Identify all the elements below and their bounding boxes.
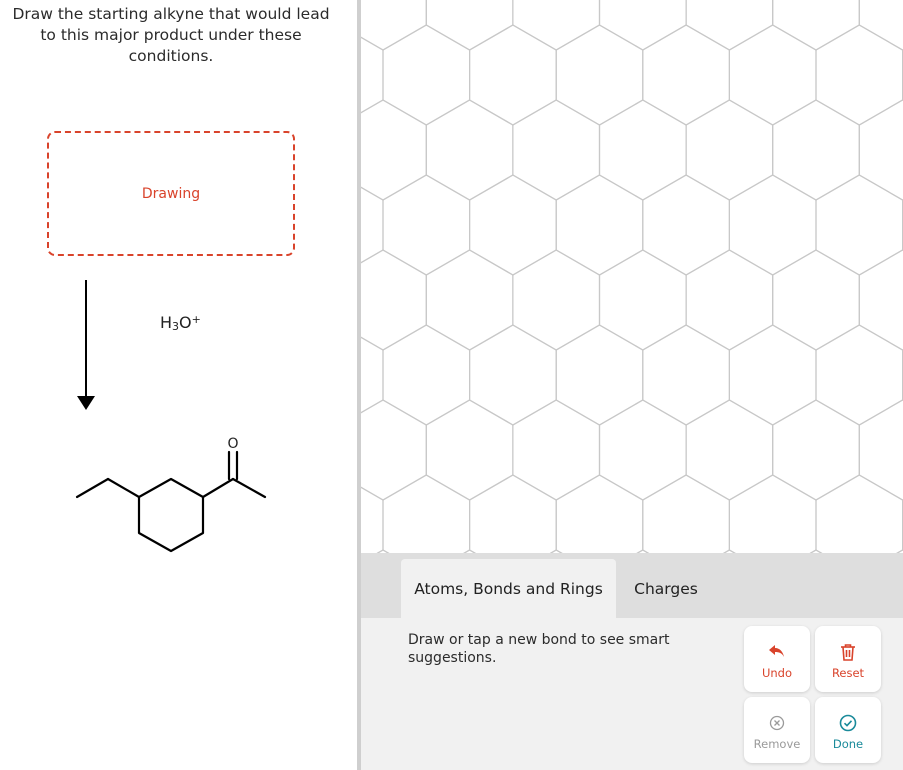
grid-hexagon [361,249,427,351]
smart-suggestions-hint: Draw or tap a new bond to see smart sugg… [408,632,670,666]
grid-hexagon [815,174,903,276]
undo-arrow-icon [767,642,787,662]
grid-hexagon [468,174,557,276]
grid-hexagon [598,249,687,351]
grid-hexagon [468,324,557,426]
tab-atoms-bonds-rings[interactable]: Atoms, Bonds and Rings [401,559,616,618]
grid-hexagon [361,486,384,553]
undo-button[interactable]: Undo [744,626,810,692]
grid-hexagon [642,24,730,126]
tool-panel: Atoms, Bonds and Rings Charges Draw or t… [361,553,903,770]
grid-hexagon [555,24,644,126]
grid-hexagon [728,324,817,426]
grid-hexagon [858,249,903,351]
trash-icon [838,642,858,662]
cyclohexane-ring [137,477,205,553]
grid-hexagon [772,399,860,501]
ethyl-bond-1 [106,477,141,499]
grid-hexagon [685,99,774,201]
ethyl-bond-2 [75,477,110,499]
grid-hexagon [425,399,514,501]
tab-charges[interactable]: Charges [626,559,706,618]
grid-hexagon [772,99,860,201]
grid-hexagon [685,0,774,51]
grid-hexagon [598,99,687,201]
grid-hexagon [555,474,644,553]
remove-button[interactable]: Remove [744,697,810,763]
grid-hexagon [642,324,730,426]
methyl-bond [231,477,267,499]
grid-hexagon [361,336,384,414]
circle-check-icon [838,713,858,733]
grid-hexagon [815,474,903,553]
grid-hexagon [512,249,601,351]
grid-hexagon [425,99,514,201]
reset-button[interactable]: Reset [815,626,881,692]
grid-hexagon [382,24,471,126]
circle-x-icon [767,713,787,733]
grid-hexagon [512,0,601,51]
grid-hexagon [728,174,817,276]
grid-hexagon [555,324,644,426]
grid-hexagon [772,0,860,51]
grid-hexagon [642,174,730,276]
grid-hexagon [361,99,427,201]
grid-hexagon [468,24,557,126]
grid-hexagon [382,324,471,426]
grid-hexagon [598,0,687,51]
grid-hexagon [512,99,601,201]
grid-hexagon [598,399,687,501]
grid-hexagon [382,174,471,276]
product-structure: O [75,436,267,553]
reset-label: Reset [831,666,865,680]
remove-label: Remove [753,737,801,751]
acyl-bond [201,477,235,499]
grid-hexagon [382,474,471,553]
grid-hexagon [772,249,860,351]
grid-hexagon [642,474,730,553]
done-label: Done [832,737,864,751]
tab-bar: Atoms, Bonds and Rings Charges [361,553,903,618]
grid-hexagon [361,186,384,264]
undo-label: Undo [761,666,793,680]
grid-hexagon [728,474,817,553]
grid-hexagon [361,36,384,114]
grid-hexagon [425,0,514,51]
grid-hexagon [858,399,903,501]
drawing-canvas[interactable] [361,0,903,553]
grid-hexagon [361,399,427,501]
done-button[interactable]: Done [815,697,881,763]
grid-hexagon [858,99,903,201]
grid-hexagon [425,249,514,351]
grid-hexagon [858,0,903,51]
grid-hexagon [685,249,774,351]
grid-hexagon [685,399,774,501]
grid-hexagon [468,474,557,553]
hex-grid [361,0,903,553]
grid-hexagon [512,399,601,501]
grid-hexagon [728,24,817,126]
grid-hexagon [555,174,644,276]
carbonyl-oxygen-label: O [227,436,238,452]
grid-hexagon [815,324,903,426]
grid-hexagon [815,24,903,126]
question-panel: Draw the starting alkyne that would lead… [0,0,358,770]
